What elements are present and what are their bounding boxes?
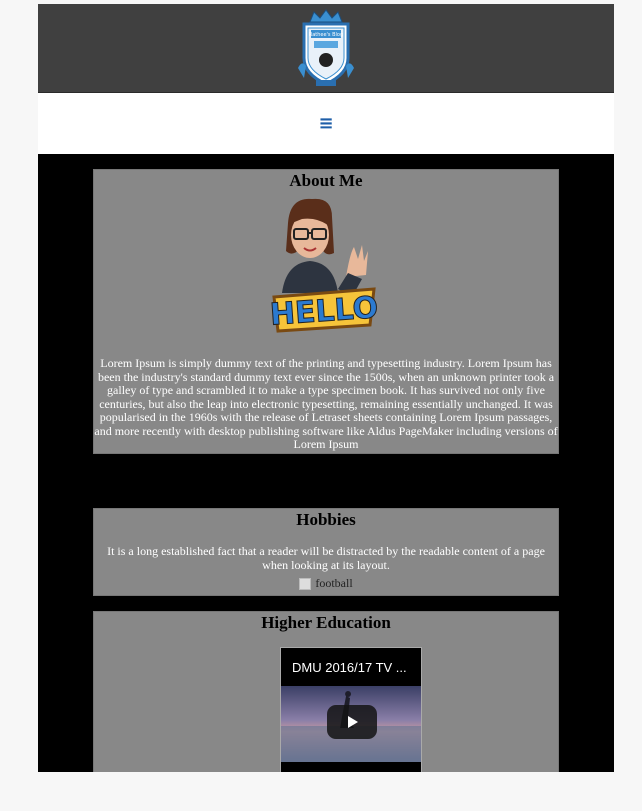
hobbies-title: Hobbies — [296, 510, 356, 529]
broken-image-icon — [299, 577, 312, 590]
club-crest-logo[interactable]: Rathee's Blog — [296, 8, 356, 88]
football-image: football — [94, 576, 558, 591]
about-me-text: Lorem Ipsum is simply dummy text of the … — [94, 356, 558, 451]
hamburger-menu-icon[interactable]: ≡ — [318, 114, 333, 133]
football-image-alt: football — [315, 576, 353, 590]
bitmoji-hello-image: HELLO — [268, 198, 380, 333]
about-me-title: About Me — [289, 171, 363, 190]
site-header: Rathee's Blog — [38, 4, 614, 93]
play-button[interactable] — [327, 705, 377, 739]
page-container: Rathee's Blog ≡ About Me HELLO Lorem Ips… — [38, 4, 614, 772]
higher-education-section: Higher Education DMU 2016/17 TV ... — [93, 611, 559, 772]
about-me-section: About Me HELLO Lorem Ipsum is simply dum… — [93, 169, 559, 454]
video-title[interactable]: DMU 2016/17 TV ... — [281, 648, 421, 686]
higher-education-title: Higher Education — [261, 613, 391, 632]
logo-banner-text: Rathee's Blog — [309, 32, 343, 38]
hobbies-text: It is a long established fact that a rea… — [107, 544, 545, 572]
hobbies-section: Hobbies It is a long established fact th… — [93, 508, 559, 596]
nav-bar: ≡ — [38, 93, 614, 154]
play-icon — [348, 716, 358, 728]
video-embed[interactable]: DMU 2016/17 TV ... — [280, 647, 422, 772]
